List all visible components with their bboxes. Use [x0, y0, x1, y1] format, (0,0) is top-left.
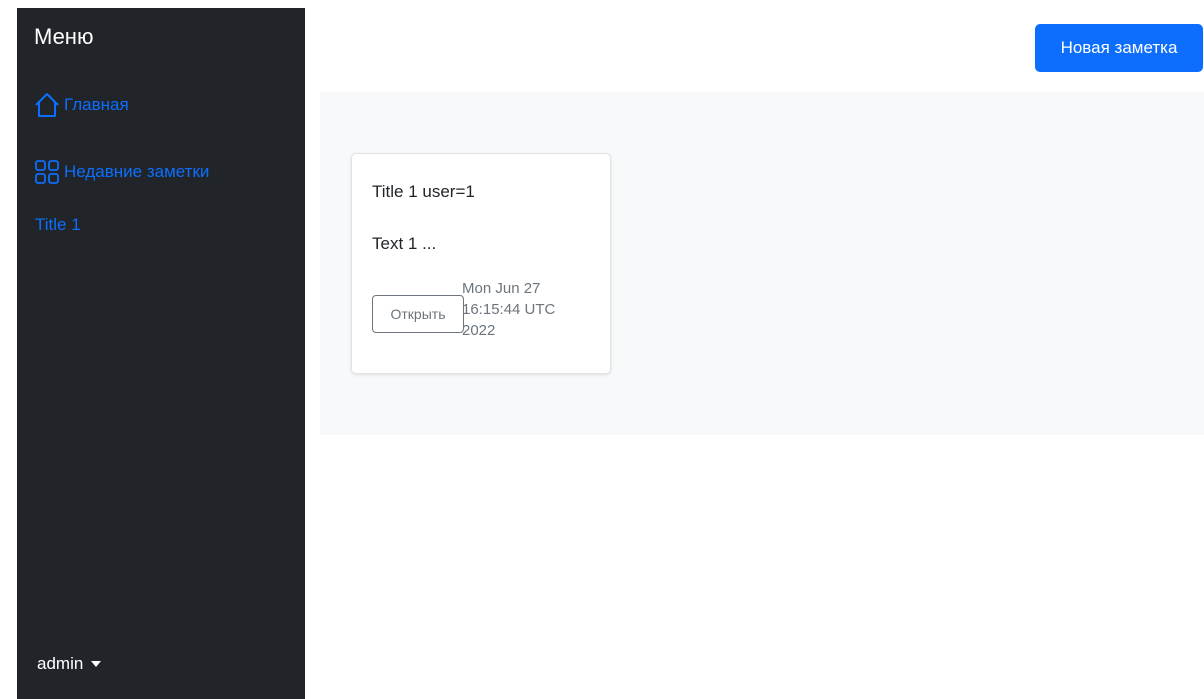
- note-date: Mon Jun 27 16:15:44 UTC 2022: [462, 280, 556, 339]
- home-icon: [34, 92, 60, 118]
- note-text: Text 1 ...: [372, 234, 437, 253]
- sidebar-item-recent-notes[interactable]: Недавние заметки: [34, 159, 209, 185]
- caret-down-icon: [91, 661, 102, 667]
- sidebar-item-label: Title 1: [35, 215, 81, 234]
- grid-icon: [34, 159, 60, 185]
- sidebar-item-label: Главная: [64, 95, 129, 114]
- sidebar-title: Меню: [34, 24, 94, 49]
- user-dropdown[interactable]: admin: [37, 654, 102, 674]
- notes-area: Title 1 user=1 Text 1 ... Открыть Mon Ju…: [320, 92, 1204, 435]
- note-card: Title 1 user=1 Text 1 ... Открыть Mon Ju…: [351, 153, 611, 374]
- new-note-button[interactable]: Новая заметка: [1035, 24, 1203, 72]
- sidebar: Меню Главная Недавние заметки Title 1 ad…: [17, 8, 305, 699]
- sidebar-item-home[interactable]: Главная: [34, 92, 129, 118]
- sidebar-item-label: Недавние заметки: [64, 162, 210, 181]
- username: admin: [37, 654, 84, 673]
- sidebar-item-note[interactable]: Title 1: [35, 215, 81, 235]
- note-title: Title 1 user=1: [372, 182, 475, 201]
- open-note-button[interactable]: Открыть: [372, 295, 464, 333]
